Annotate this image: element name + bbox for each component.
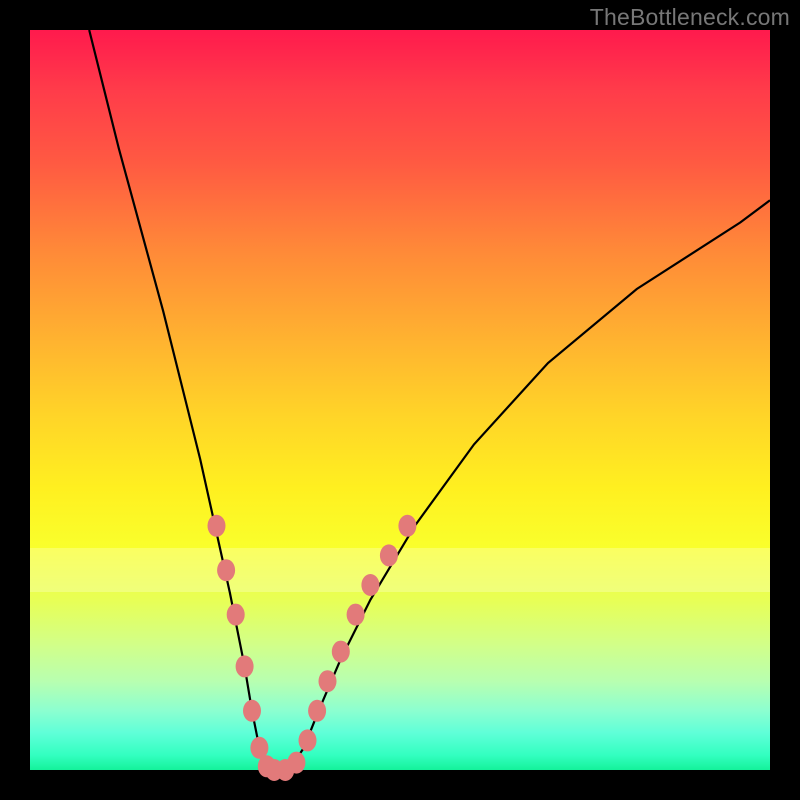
curve-marker [319,670,337,692]
watermark-text: TheBottleneck.com [590,4,790,31]
curve-marker [287,752,305,774]
curve-marker [347,604,365,626]
curve-marker [308,700,326,722]
curve-marker [217,559,235,581]
curve-marker [380,544,398,566]
curve-marker [208,515,226,537]
curve-marker [236,655,254,677]
curve-marker [299,729,317,751]
curve-marker [361,574,379,596]
curve-marker [332,641,350,663]
bottleneck-curve-svg [30,30,770,770]
chart-frame: TheBottleneck.com [0,0,800,800]
curve-markers [208,515,417,781]
curve-marker [398,515,416,537]
curve-marker [243,700,261,722]
curve-marker [227,604,245,626]
bottleneck-curve [89,30,770,770]
